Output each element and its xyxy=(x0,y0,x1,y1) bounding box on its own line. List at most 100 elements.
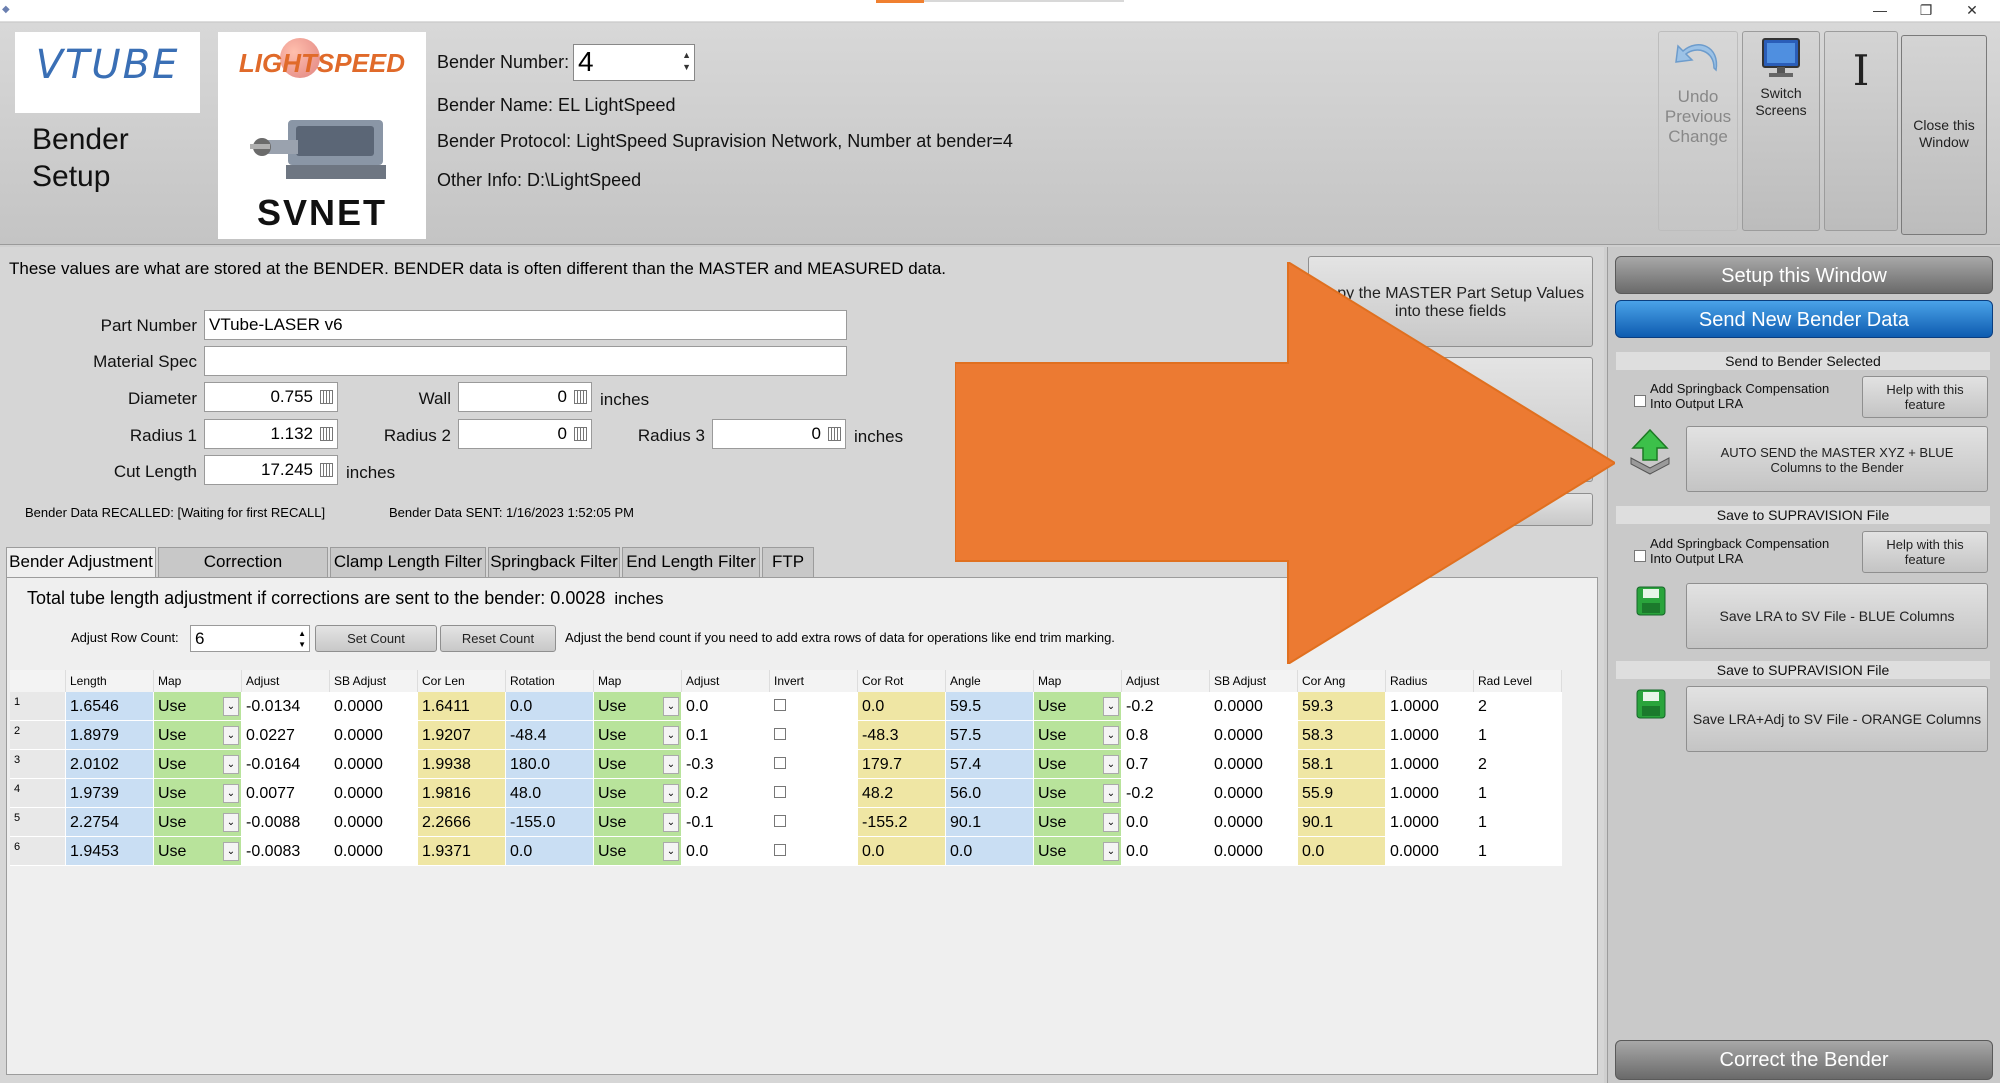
cell-angle[interactable]: 90.1 xyxy=(946,808,1034,837)
cell-adjust[interactable]: -0.0083 xyxy=(242,837,330,866)
wall-input[interactable]: 0 xyxy=(458,382,592,412)
upload-arrow-icon[interactable] xyxy=(1627,428,1673,476)
cell-sb-adjust[interactable]: 0.0000 xyxy=(330,692,418,721)
spinner-arrows-icon[interactable]: ▲ ▼ xyxy=(298,628,306,650)
cell-rotation[interactable]: 0.0 xyxy=(506,692,594,721)
cell-sb-adjust[interactable]: 0.0000 xyxy=(330,837,418,866)
cell-rotation[interactable]: 48.0 xyxy=(506,779,594,808)
correct-the-bender-button[interactable]: Correct the Bender xyxy=(1615,1040,1993,1080)
cell-radius[interactable]: 1.0000 xyxy=(1386,721,1474,750)
springback-checkbox-send[interactable] xyxy=(1634,395,1646,407)
cell-map[interactable]: Use ⌄ xyxy=(594,779,682,808)
cell-map[interactable]: Use ⌄ xyxy=(1034,808,1122,837)
chevron-down-icon[interactable]: ⌄ xyxy=(223,755,239,774)
cell-cor-rot[interactable]: 0.0 xyxy=(858,692,946,721)
cell-rotation[interactable]: 0.0 xyxy=(506,837,594,866)
cell-cor-ang[interactable]: 58.3 xyxy=(1298,721,1386,750)
chevron-down-icon[interactable]: ⌄ xyxy=(663,726,679,745)
cell-cor-len[interactable]: 1.9938 xyxy=(418,750,506,779)
part-number-input[interactable]: VTube-LASER v6 xyxy=(204,310,847,340)
cell-rotation[interactable]: 180.0 xyxy=(506,750,594,779)
cell-map[interactable]: Use ⌄ xyxy=(1034,779,1122,808)
cell-adjust[interactable]: -0.2 xyxy=(1122,779,1210,808)
tab-end-length-filter[interactable]: End Length Filter xyxy=(622,547,760,577)
cell-radius[interactable]: 1.0000 xyxy=(1386,808,1474,837)
cell-map[interactable]: Use ⌄ xyxy=(1034,721,1122,750)
save-lra-adj-orange-button[interactable]: Save LRA+Adj to SV File - ORANGE Columns xyxy=(1686,686,1988,752)
cell-radius[interactable]: 1.0000 xyxy=(1386,692,1474,721)
cell-adjust[interactable]: -0.2 xyxy=(1122,692,1210,721)
cell-map[interactable]: Use ⌄ xyxy=(594,721,682,750)
column-header[interactable]: Map xyxy=(594,670,682,692)
cell-map[interactable]: Use ⌄ xyxy=(594,692,682,721)
invert-checkbox-box[interactable] xyxy=(774,757,786,769)
cell-length[interactable]: 1.9453 xyxy=(66,837,154,866)
cell-cor-len[interactable]: 1.9207 xyxy=(418,721,506,750)
invert-checkbox[interactable] xyxy=(770,692,858,721)
cell-adjust[interactable]: 0.0 xyxy=(682,692,770,721)
cell-cor-ang[interactable]: 55.9 xyxy=(1298,779,1386,808)
help-feature-button-save[interactable]: Help with this feature xyxy=(1862,531,1988,573)
cell-angle[interactable]: 59.5 xyxy=(946,692,1034,721)
cell-adjust[interactable]: -0.0164 xyxy=(242,750,330,779)
cell-adjust[interactable]: -0.0134 xyxy=(242,692,330,721)
cell-cor-ang[interactable]: 90.1 xyxy=(1298,808,1386,837)
auto-send-master-button[interactable]: AUTO SEND the MASTER XYZ + BLUE Columns … xyxy=(1686,426,1988,492)
cell-radius[interactable]: 1.0000 xyxy=(1386,779,1474,808)
chevron-down-icon[interactable]: ⌄ xyxy=(223,784,239,803)
cell-map[interactable]: Use ⌄ xyxy=(594,808,682,837)
cell-cor-rot[interactable]: -155.2 xyxy=(858,808,946,837)
column-header[interactable]: Adjust xyxy=(242,670,330,692)
calculator-icon[interactable] xyxy=(320,427,333,441)
tab-correction-percentage[interactable]: Correction Percentage xyxy=(158,547,328,599)
cell-adjust[interactable]: 0.0 xyxy=(1122,837,1210,866)
cell-radius[interactable]: 0.0000 xyxy=(1386,837,1474,866)
calculator-icon[interactable] xyxy=(320,390,333,404)
chevron-down-icon[interactable]: ⌄ xyxy=(1103,755,1119,774)
cell-map[interactable]: Use ⌄ xyxy=(154,721,242,750)
column-header[interactable]: Invert xyxy=(770,670,858,692)
cell-angle[interactable]: 0.0 xyxy=(946,837,1034,866)
cell-map[interactable]: Use ⌄ xyxy=(154,837,242,866)
invert-checkbox[interactable] xyxy=(770,750,858,779)
minimize-button[interactable]: — xyxy=(1858,0,1902,22)
invert-checkbox[interactable] xyxy=(770,837,858,866)
cell-angle[interactable]: 57.5 xyxy=(946,721,1034,750)
cell-adjust[interactable]: 0.0 xyxy=(682,837,770,866)
cell-map[interactable]: Use ⌄ xyxy=(154,808,242,837)
column-header[interactable]: Adjust xyxy=(682,670,770,692)
cell-adjust[interactable]: 0.0227 xyxy=(242,721,330,750)
cell-adjust[interactable]: -0.1 xyxy=(682,808,770,837)
column-header[interactable]: Map xyxy=(1034,670,1122,692)
cell-cor-rot[interactable]: 179.7 xyxy=(858,750,946,779)
cell-sb-adjust[interactable]: 0.0000 xyxy=(330,779,418,808)
cell-angle[interactable]: 56.0 xyxy=(946,779,1034,808)
invert-checkbox-box[interactable] xyxy=(774,844,786,856)
chevron-down-icon[interactable]: ⌄ xyxy=(1103,697,1119,716)
switch-screens-button[interactable]: Switch Screens xyxy=(1742,31,1820,231)
chevron-down-icon[interactable]: ⌄ xyxy=(223,813,239,832)
cell-cor-len[interactable]: 2.2666 xyxy=(418,808,506,837)
cell-sb-adjust[interactable]: 0.0000 xyxy=(1210,692,1298,721)
cell-sb-adjust[interactable]: 0.0000 xyxy=(330,808,418,837)
cell-adjust[interactable]: 0.0077 xyxy=(242,779,330,808)
cell-rotation[interactable]: -155.0 xyxy=(506,808,594,837)
radius3-input[interactable]: 0 xyxy=(712,419,846,449)
cell-length[interactable]: 1.9739 xyxy=(66,779,154,808)
cell-rad-level[interactable]: 1 xyxy=(1474,779,1562,808)
cell-length[interactable]: 2.2754 xyxy=(66,808,154,837)
cell-cor-len[interactable]: 1.6411 xyxy=(418,692,506,721)
chevron-down-icon[interactable]: ⌄ xyxy=(223,726,239,745)
column-header[interactable]: Length xyxy=(66,670,154,692)
diameter-input[interactable]: 0.755 xyxy=(204,382,338,412)
invert-checkbox-box[interactable] xyxy=(774,728,786,740)
close-this-window-button[interactable]: Close this Window xyxy=(1901,35,1987,235)
column-header[interactable]: Rad Level xyxy=(1474,670,1562,692)
cell-rotation[interactable]: -48.4 xyxy=(506,721,594,750)
cell-map[interactable]: Use ⌄ xyxy=(1034,750,1122,779)
undo-button[interactable]: Undo Previous Change xyxy=(1658,31,1738,231)
cell-sb-adjust[interactable]: 0.0000 xyxy=(1210,837,1298,866)
cell-sb-adjust[interactable]: 0.0000 xyxy=(1210,779,1298,808)
cell-sb-adjust[interactable]: 0.0000 xyxy=(1210,721,1298,750)
cell-rad-level[interactable]: 2 xyxy=(1474,750,1562,779)
